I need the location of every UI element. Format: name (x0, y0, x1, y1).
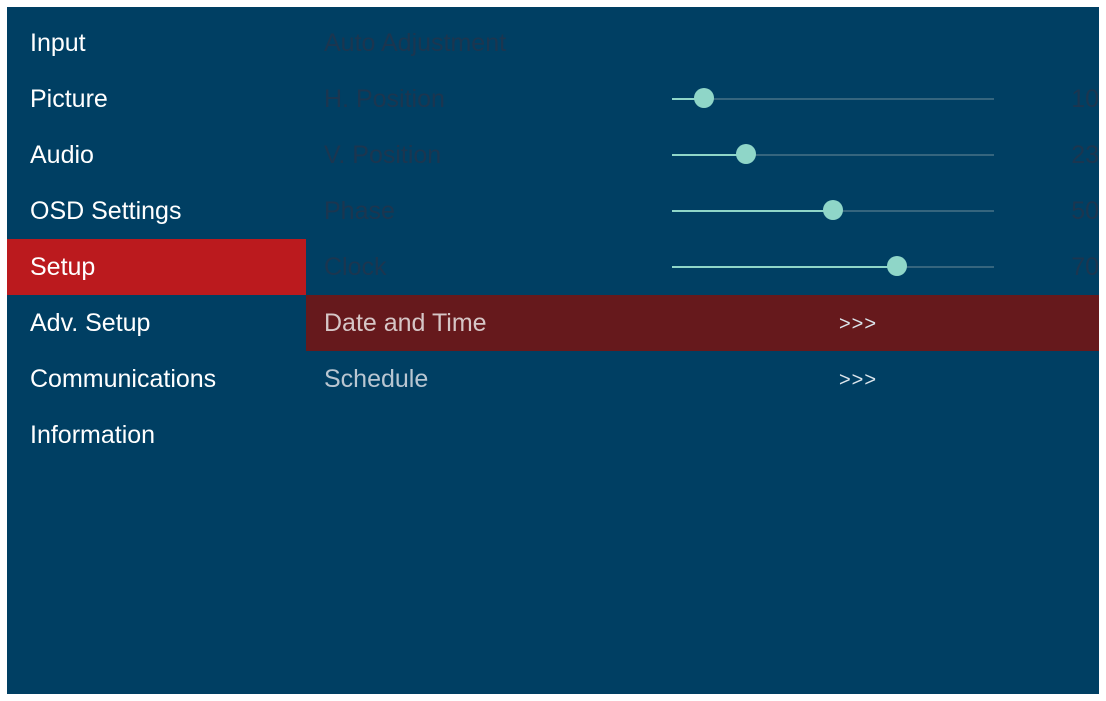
menu-item-audio[interactable]: Audio (7, 127, 306, 183)
v-position-slider-knob (736, 144, 757, 164)
osd-menu: Input Picture Audio OSD Settings Setup A… (7, 7, 1099, 694)
menu-item-picture[interactable]: Picture (7, 71, 306, 127)
phase-value: 50 (1071, 197, 1099, 225)
v-position-row: V. Position 23 (306, 127, 1099, 183)
clock-value: 70 (1071, 253, 1099, 281)
v-position-label: V. Position (324, 141, 442, 169)
schedule-label: Schedule (324, 365, 429, 393)
date-and-time-row[interactable]: Date and Time >>> (306, 295, 1099, 351)
v-position-slider-fill (672, 154, 747, 156)
h-position-value: 10 (1071, 85, 1099, 113)
h-position-slider (672, 88, 994, 108)
v-position-slider (672, 144, 994, 164)
v-position-value: 23 (1071, 141, 1099, 169)
phase-slider-knob (823, 200, 843, 220)
clock-label: Clock (324, 253, 387, 281)
date-and-time-label: Date and Time (324, 309, 487, 337)
schedule-arrows: >>> (839, 369, 878, 391)
auto-adjustment-row: Auto Adjustment (306, 15, 1099, 71)
clock-row: Clock 70 (306, 239, 1099, 295)
menu-item-setup[interactable]: Setup (7, 239, 306, 295)
menu-item-adv-setup[interactable]: Adv. Setup (7, 295, 306, 351)
clock-slider-knob (887, 256, 908, 276)
menu-item-osd-settings[interactable]: OSD Settings (7, 183, 306, 239)
menu-item-communications[interactable]: Communications (7, 351, 306, 407)
h-position-label: H. Position (324, 85, 445, 113)
phase-row: Phase 50 (306, 183, 1099, 239)
phase-label: Phase (324, 197, 395, 225)
phase-slider-fill (672, 210, 833, 212)
setup-panel: Auto Adjustment H. Position 10 V. Positi… (306, 15, 1099, 407)
clock-slider-fill (672, 266, 898, 268)
menu-item-input[interactable]: Input (7, 15, 306, 71)
phase-slider (672, 200, 994, 220)
date-and-time-arrows: >>> (839, 313, 878, 335)
main-menu: Input Picture Audio OSD Settings Setup A… (7, 15, 306, 463)
auto-adjustment-label: Auto Adjustment (324, 29, 507, 57)
menu-item-information[interactable]: Information (7, 407, 306, 463)
h-position-slider-knob (694, 88, 715, 108)
clock-slider (672, 256, 994, 276)
h-position-row: H. Position 10 (306, 71, 1099, 127)
schedule-row[interactable]: Schedule >>> (306, 351, 1099, 407)
